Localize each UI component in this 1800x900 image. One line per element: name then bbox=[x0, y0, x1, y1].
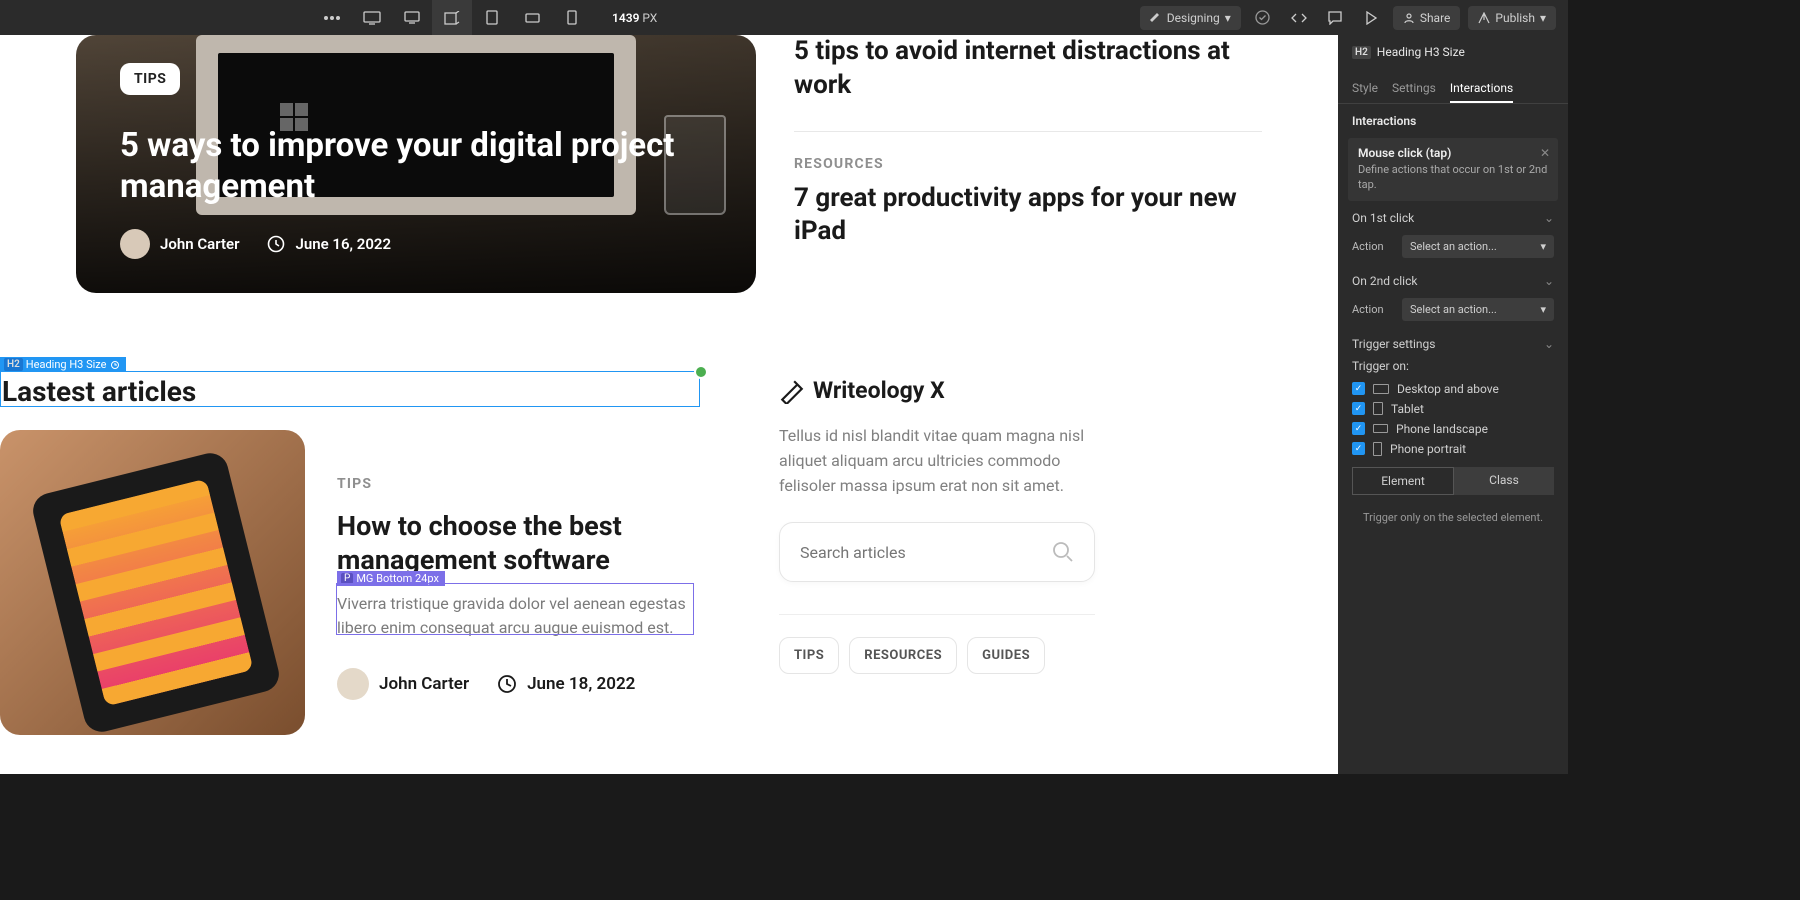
breadcrumb[interactable]: H2Heading H3 Size bbox=[1338, 35, 1568, 69]
tab-style[interactable]: Style bbox=[1352, 75, 1378, 103]
author-meta: John Carter bbox=[337, 668, 469, 700]
action-select-2[interactable]: Select an action...▾ bbox=[1402, 298, 1554, 321]
action-label: Action bbox=[1352, 303, 1392, 316]
on-second-click-row[interactable]: On 2nd click⌄ bbox=[1338, 268, 1568, 294]
checkbox-phone-landscape[interactable]: ✓Phone landscape bbox=[1338, 419, 1568, 439]
preview-icon[interactable] bbox=[1357, 4, 1385, 32]
featured-title: 5 ways to improve your digital project m… bbox=[120, 125, 712, 208]
latest-articles-heading[interactable]: Lastest articles bbox=[2, 375, 196, 408]
checkbox-desktop[interactable]: ✓Desktop and above bbox=[1338, 379, 1568, 399]
trigger-title: Mouse click (tap) bbox=[1358, 146, 1548, 160]
hover-outline bbox=[336, 583, 694, 635]
article-title: 7 great productivity apps for your new i… bbox=[794, 182, 1262, 250]
tag-guides[interactable]: GUIDES bbox=[967, 637, 1045, 674]
tag-tips[interactable]: TIPS bbox=[779, 637, 839, 674]
tablet-icon[interactable] bbox=[472, 0, 512, 35]
avatar bbox=[337, 668, 369, 700]
action-select-1[interactable]: Select an action...▾ bbox=[1402, 235, 1554, 258]
designing-mode-button[interactable]: Designing▾ bbox=[1140, 6, 1241, 30]
search-box[interactable] bbox=[779, 522, 1095, 582]
phone-portrait-icon[interactable] bbox=[552, 0, 592, 35]
brand-logo: Writeology X bbox=[779, 377, 1095, 404]
avatar bbox=[120, 229, 150, 259]
checkbox-tablet[interactable]: ✓Tablet bbox=[1338, 399, 1568, 419]
checkbox-phone-portrait[interactable]: ✓Phone portrait bbox=[1338, 439, 1568, 459]
tag-resources[interactable]: RESOURCES bbox=[849, 637, 957, 674]
toggle-class[interactable]: Class bbox=[1454, 467, 1554, 495]
share-button[interactable]: Share bbox=[1393, 6, 1461, 30]
brand-description: Tellus id nisl blandit vitae quam magna … bbox=[779, 424, 1095, 498]
canvas-width[interactable]: 1439 PX bbox=[612, 11, 657, 25]
top-toolbar: 1439 PX Designing▾ Share Publish▾ bbox=[0, 0, 1568, 35]
sidebar-article-2[interactable]: RESOURCES 7 great productivity apps for … bbox=[794, 156, 1262, 278]
more-icon[interactable] bbox=[312, 0, 352, 35]
category-badge: TIPS bbox=[120, 63, 180, 95]
article-title: 5 tips to avoid internet distractions at… bbox=[794, 35, 1262, 103]
check-icon[interactable] bbox=[1249, 4, 1277, 32]
author-meta: John Carter bbox=[120, 229, 239, 259]
trigger-card[interactable]: Mouse click (tap) Define actions that oc… bbox=[1348, 138, 1558, 201]
section-header: Interactions bbox=[1338, 104, 1568, 134]
code-icon[interactable] bbox=[1285, 4, 1313, 32]
add-handle-icon[interactable] bbox=[694, 365, 708, 379]
sidebar-article-1[interactable]: 5 tips to avoid internet distractions at… bbox=[794, 35, 1262, 132]
selection-label[interactable]: H2Heading H3 Size bbox=[0, 357, 126, 372]
search-icon bbox=[1052, 541, 1074, 563]
trigger-settings-row[interactable]: Trigger settings⌄ bbox=[1338, 331, 1568, 357]
search-input[interactable] bbox=[800, 543, 1052, 562]
category-label: TIPS bbox=[337, 476, 700, 492]
phone-landscape-icon[interactable] bbox=[512, 0, 552, 35]
trigger-on-label: Trigger on: bbox=[1338, 357, 1568, 379]
desktop-sm-icon[interactable] bbox=[392, 0, 432, 35]
article-title: How to choose the best management softwa… bbox=[337, 510, 700, 578]
action-label: Action bbox=[1352, 240, 1392, 253]
right-panel: H2Heading H3 Size Style Settings Interac… bbox=[1338, 35, 1568, 774]
publish-button[interactable]: Publish▾ bbox=[1468, 6, 1556, 30]
article-thumbnail[interactable] bbox=[0, 430, 305, 735]
date-meta: June 18, 2022 bbox=[497, 674, 635, 694]
hint-text: Trigger only on the selected element. bbox=[1338, 503, 1568, 532]
close-icon[interactable]: ✕ bbox=[1540, 146, 1550, 160]
trigger-desc: Define actions that occur on 1st or 2nd … bbox=[1358, 162, 1548, 193]
tab-interactions[interactable]: Interactions bbox=[1450, 75, 1513, 103]
divider bbox=[779, 614, 1095, 615]
on-first-click-row[interactable]: On 1st click⌄ bbox=[1338, 205, 1568, 231]
category-label: RESOURCES bbox=[794, 156, 1262, 172]
comment-icon[interactable] bbox=[1321, 4, 1349, 32]
design-canvas[interactable]: TIPS 5 ways to improve your digital proj… bbox=[0, 35, 1338, 774]
breakpoint-icon[interactable] bbox=[432, 0, 472, 35]
toggle-element[interactable]: Element bbox=[1352, 467, 1454, 495]
desktop-icon[interactable] bbox=[352, 0, 392, 35]
featured-article-card[interactable]: TIPS 5 ways to improve your digital proj… bbox=[76, 35, 756, 293]
tab-settings[interactable]: Settings bbox=[1392, 75, 1436, 103]
date-meta: June 16, 2022 bbox=[267, 235, 391, 253]
